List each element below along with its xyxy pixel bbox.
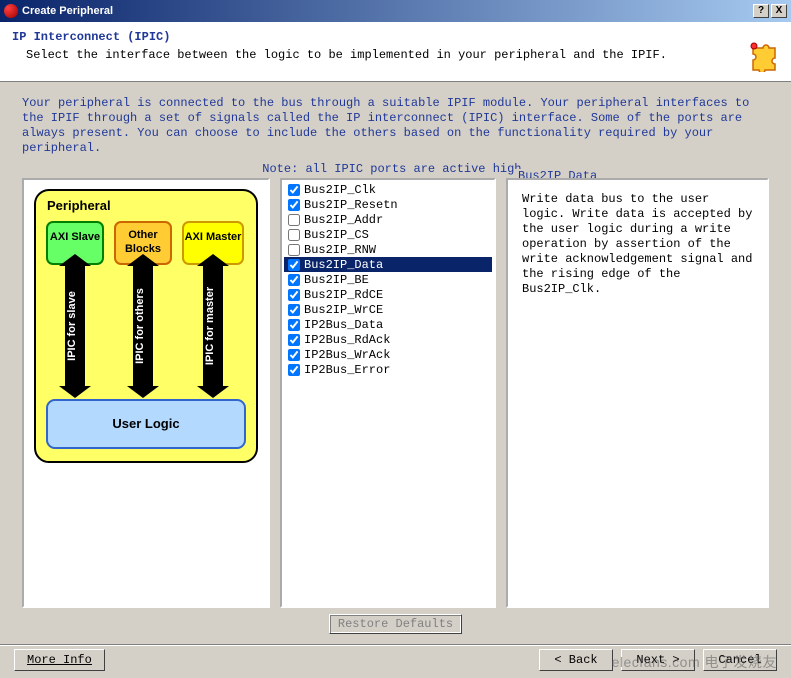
detail-text: Write data bus to the user logic. Write … [514, 186, 761, 303]
port-label: Bus2IP_BE [304, 273, 369, 287]
port-label: IP2Bus_RdAck [304, 333, 390, 347]
window-titlebar: Create Peripheral ? X [0, 0, 791, 22]
diagram-label-ipic-master: IPIC for master [204, 286, 216, 365]
peripheral-diagram: Peripheral AXI Slave Other Blocks AXI Ma… [31, 186, 261, 466]
wizard-puzzle-icon [747, 38, 781, 72]
port-item[interactable]: Bus2IP_BE [284, 272, 492, 287]
port-checkbox[interactable] [288, 274, 300, 286]
diagram-label-axi-master: AXI Master [185, 231, 243, 243]
app-icon [4, 4, 18, 18]
detail-panel-wrap: Bus2IP_Data Write data bus to the user l… [506, 178, 769, 608]
port-item[interactable]: IP2Bus_RdAck [284, 332, 492, 347]
diagram-panel: Peripheral AXI Slave Other Blocks AXI Ma… [22, 178, 270, 608]
port-checkbox[interactable] [288, 184, 300, 196]
port-checkbox[interactable] [288, 259, 300, 271]
restore-row: Restore Defaults [0, 608, 791, 644]
back-button[interactable]: < Back [539, 649, 613, 671]
port-item[interactable]: IP2Bus_Error [284, 362, 492, 377]
port-label: Bus2IP_CS [304, 228, 369, 242]
port-item[interactable]: IP2Bus_WrAck [284, 347, 492, 362]
port-checkbox[interactable] [288, 364, 300, 376]
description-text: Your peripheral is connected to the bus … [0, 82, 791, 160]
bottom-bar: More Info < Back Next > Cancel [0, 644, 791, 671]
port-label: Bus2IP_Data [304, 258, 383, 272]
port-checkbox[interactable] [288, 334, 300, 346]
note-text: Note: all IPIC ports are active high. [0, 162, 791, 176]
page-subtitle: Select the interface between the logic t… [26, 48, 779, 62]
next-button[interactable]: Next > [621, 649, 695, 671]
port-item[interactable]: Bus2IP_CS [284, 227, 492, 242]
port-label: IP2Bus_Data [304, 318, 383, 332]
page-title: IP Interconnect (IPIC) [12, 30, 779, 44]
main-columns: Peripheral AXI Slave Other Blocks AXI Ma… [0, 178, 791, 608]
close-button[interactable]: X [771, 4, 787, 18]
help-button[interactable]: ? [753, 4, 769, 18]
port-label: Bus2IP_RNW [304, 243, 376, 257]
port-label: IP2Bus_Error [304, 363, 390, 377]
port-checkbox[interactable] [288, 244, 300, 256]
port-label: Bus2IP_Clk [304, 183, 376, 197]
diagram-label-ipic-slave: IPIC for slave [66, 291, 78, 361]
port-checkbox[interactable] [288, 304, 300, 316]
port-item[interactable]: Bus2IP_Resetn [284, 197, 492, 212]
restore-defaults-button[interactable]: Restore Defaults [329, 614, 462, 634]
port-label: Bus2IP_WrCE [304, 303, 383, 317]
port-item[interactable]: IP2Bus_Data [284, 317, 492, 332]
diagram-label-peripheral: Peripheral [47, 198, 111, 213]
diagram-label-axi-slave: AXI Slave [50, 231, 100, 243]
port-checkbox[interactable] [288, 289, 300, 301]
port-label: Bus2IP_RdCE [304, 288, 383, 302]
window-title: Create Peripheral [22, 5, 113, 17]
port-item[interactable]: Bus2IP_Clk [284, 182, 492, 197]
cancel-button[interactable]: Cancel [703, 649, 777, 671]
detail-panel: Write data bus to the user logic. Write … [506, 178, 769, 608]
port-checkbox[interactable] [288, 319, 300, 331]
diagram-label-user-logic: User Logic [112, 416, 179, 431]
port-item[interactable]: Bus2IP_WrCE [284, 302, 492, 317]
diagram-label-other1: Other [128, 229, 158, 241]
port-checkbox[interactable] [288, 214, 300, 226]
port-label: Bus2IP_Resetn [304, 198, 398, 212]
port-checkbox[interactable] [288, 199, 300, 211]
port-label: IP2Bus_WrAck [304, 348, 390, 362]
diagram-label-ipic-others: IPIC for others [134, 288, 146, 364]
port-item[interactable]: Bus2IP_RNW [284, 242, 492, 257]
diagram-label-other2: Blocks [125, 243, 161, 255]
port-label: Bus2IP_Addr [304, 213, 383, 227]
port-item[interactable]: Bus2IP_Addr [284, 212, 492, 227]
wizard-header: IP Interconnect (IPIC) Select the interf… [0, 22, 791, 82]
ports-list[interactable]: Bus2IP_ClkBus2IP_ResetnBus2IP_AddrBus2IP… [280, 178, 496, 608]
port-checkbox[interactable] [288, 349, 300, 361]
more-info-button[interactable]: More Info [14, 649, 105, 671]
port-item[interactable]: Bus2IP_RdCE [284, 287, 492, 302]
port-checkbox[interactable] [288, 229, 300, 241]
port-item[interactable]: Bus2IP_Data [284, 257, 492, 272]
